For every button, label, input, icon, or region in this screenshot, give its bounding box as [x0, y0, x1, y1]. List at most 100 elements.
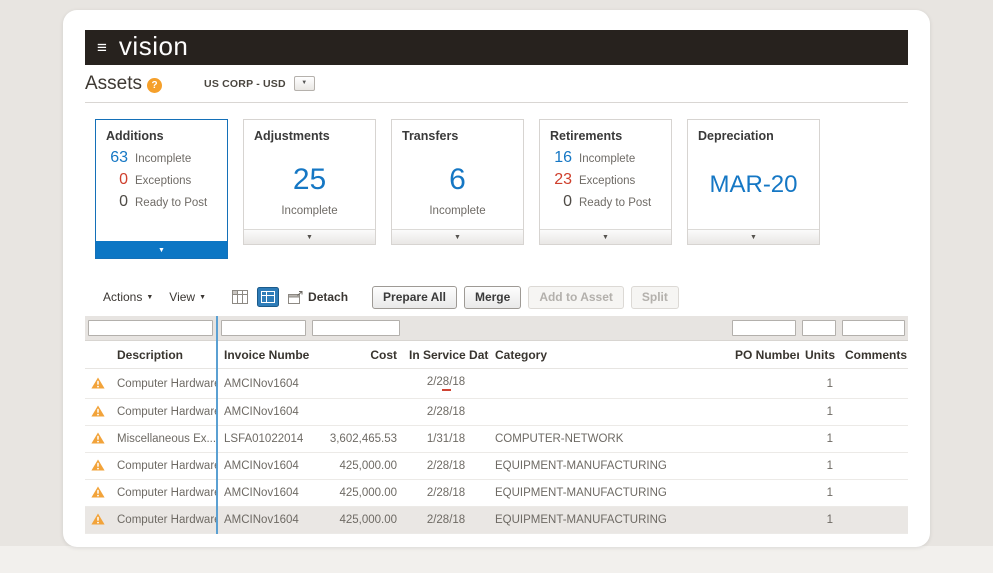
hamburger-menu-icon[interactable]: ≡ — [97, 39, 107, 56]
stat-label: Exceptions — [135, 175, 192, 187]
cell-category — [489, 368, 729, 399]
cell-comments — [839, 398, 908, 426]
chevron-down-icon: ▼ — [306, 234, 313, 241]
column-header-po-number[interactable]: PO Number — [729, 340, 799, 369]
filter-input-po-number[interactable] — [732, 320, 796, 336]
cell-in-service-date: 2/28/18 — [403, 452, 489, 480]
add-to-asset-button: Add to Asset — [528, 285, 624, 309]
column-header-units[interactable]: Units — [799, 340, 839, 369]
filter-input-units[interactable] — [802, 320, 836, 336]
warning-icon — [85, 398, 111, 426]
stat-label: Ready to Post — [579, 197, 652, 209]
device-frame: ≡ vision Assets ? US CORP - USD ▼ Additi… — [0, 0, 993, 573]
card-adjustments[interactable]: Adjustments 25 Incomplete ▼ — [243, 119, 376, 245]
table-row[interactable]: Miscellaneous Ex... LSFA01022014 3,602,4… — [85, 425, 908, 453]
chevron-down-icon: ▼ — [199, 293, 207, 301]
prepare-all-button[interactable]: Prepare All — [372, 285, 457, 309]
brand-logo: vision — [118, 31, 189, 61]
cell-po-number — [729, 506, 799, 534]
cell-category: COMPUTER-NETWORK — [489, 425, 729, 453]
cell-category — [489, 398, 729, 426]
cell-in-service-date: 2/28/18 — [403, 506, 489, 534]
stat-value: 0 — [119, 171, 128, 188]
card-expander[interactable]: ▼ — [540, 229, 671, 244]
filter-input-comments[interactable] — [842, 320, 905, 336]
split-button: Split — [630, 285, 679, 309]
cell-in-service-date: 1/31/18 — [403, 425, 489, 453]
actions-menu[interactable]: Actions ▼ — [103, 290, 153, 304]
card-retirements[interactable]: Retirements 16 Incomplete 23 Exceptions … — [539, 119, 672, 245]
chevron-down-icon: ▼ — [750, 234, 757, 241]
cell-cost — [309, 398, 403, 426]
ledger-context-label: US CORP - USD — [204, 77, 286, 90]
table-row[interactable]: Computer Hardware AMCINov1604 425,000.00… — [85, 452, 908, 480]
stat-value: 63 — [110, 149, 128, 166]
column-header-description[interactable]: Description — [111, 340, 217, 369]
cell-description: Computer Hardware — [111, 452, 217, 480]
freeze-columns-icon[interactable] — [232, 290, 249, 304]
card-expander[interactable]: ▼ — [688, 229, 819, 244]
cell-po-number — [729, 452, 799, 480]
cell-description: Computer Hardware — [111, 368, 217, 399]
column-header-comments[interactable]: Comments — [839, 340, 908, 369]
assets-table: Description Invoice Number Cost In Servi… — [85, 316, 908, 534]
cell-invoice: AMCINov1604 — [216, 479, 309, 507]
cell-cost: 3,602,465.53 — [309, 425, 403, 453]
column-header-invoice[interactable]: Invoice Number — [216, 340, 309, 369]
chevron-down-icon: ▼ — [454, 234, 461, 241]
cell-category: EQUIPMENT-MANUFACTURING — [489, 479, 729, 507]
cell-units: 1 — [799, 479, 839, 507]
stat-row: 0 Exceptions — [96, 169, 227, 191]
table-row-selected[interactable]: Computer Hardware AMCINov1604 425,000.00… — [85, 506, 908, 534]
card-big-label: Incomplete — [429, 205, 486, 217]
stat-label: Incomplete — [135, 153, 192, 165]
table-row[interactable]: Computer Hardware AMCINov1604 425,000.00… — [85, 479, 908, 507]
cell-po-number — [729, 479, 799, 507]
card-title: Depreciation — [698, 129, 774, 143]
cell-po-number — [729, 368, 799, 399]
cell-cost: 425,000.00 — [309, 506, 403, 534]
view-menu[interactable]: View ▼ — [169, 290, 206, 304]
detach-icon — [288, 290, 303, 304]
filter-input-cost[interactable] — [312, 320, 400, 336]
app-content: ≡ vision Assets ? US CORP - USD ▼ Additi… — [85, 30, 908, 534]
stat-row: 63 Incomplete — [96, 147, 227, 169]
warning-icon — [85, 368, 111, 399]
detach-button[interactable]: Detach — [288, 290, 348, 304]
cell-comments — [839, 479, 908, 507]
column-header-cost[interactable]: Cost — [309, 340, 403, 369]
stat-value: 0 — [563, 193, 572, 210]
table-row[interactable]: Computer Hardware AMCINov1604 2/28/18 1 — [85, 368, 908, 399]
merge-button[interactable]: Merge — [463, 285, 522, 309]
warning-icon — [85, 506, 111, 534]
card-depreciation[interactable]: Depreciation MAR-20 ▼ — [687, 119, 820, 245]
column-header-category[interactable]: Category — [489, 340, 729, 369]
card-transfers[interactable]: Transfers 6 Incomplete ▼ — [391, 119, 524, 245]
ledger-context-dropdown[interactable]: ▼ — [293, 76, 315, 91]
cell-category: EQUIPMENT-MANUFACTURING — [489, 452, 729, 480]
filter-input-invoice[interactable] — [221, 320, 306, 336]
card-expander[interactable]: ▼ — [244, 229, 375, 244]
filter-cell-empty — [489, 316, 729, 341]
infolet-cards: Additions 63 Incomplete 0 Exceptions 0 R… — [95, 119, 908, 261]
cell-invoice: AMCINov1604 — [216, 368, 309, 399]
card-expander[interactable]: ▼ — [96, 241, 227, 258]
help-icon[interactable]: ? — [147, 78, 163, 93]
card-big-label: Incomplete — [281, 205, 338, 217]
app-header: ≡ vision — [85, 30, 908, 65]
column-header-in-service-date[interactable]: In Service Date — [403, 340, 489, 369]
card-expander[interactable]: ▼ — [392, 229, 523, 244]
device-base — [0, 546, 993, 573]
stat-label: Exceptions — [579, 175, 636, 187]
filter-input-description[interactable] — [88, 320, 213, 336]
query-by-example-icon[interactable] — [257, 287, 280, 307]
stat-label: Ready to Post — [135, 197, 208, 209]
filter-row — [85, 316, 908, 341]
cell-units: 1 — [799, 452, 839, 480]
view-menu-label: View — [169, 290, 196, 304]
card-additions[interactable]: Additions 63 Incomplete 0 Exceptions 0 R… — [95, 119, 228, 259]
cell-comments — [839, 452, 908, 480]
table-row[interactable]: Computer Hardware AMCINov1604 2/28/18 1 — [85, 398, 908, 426]
chevron-down-icon: ▼ — [158, 247, 165, 254]
warning-icon — [85, 479, 111, 507]
